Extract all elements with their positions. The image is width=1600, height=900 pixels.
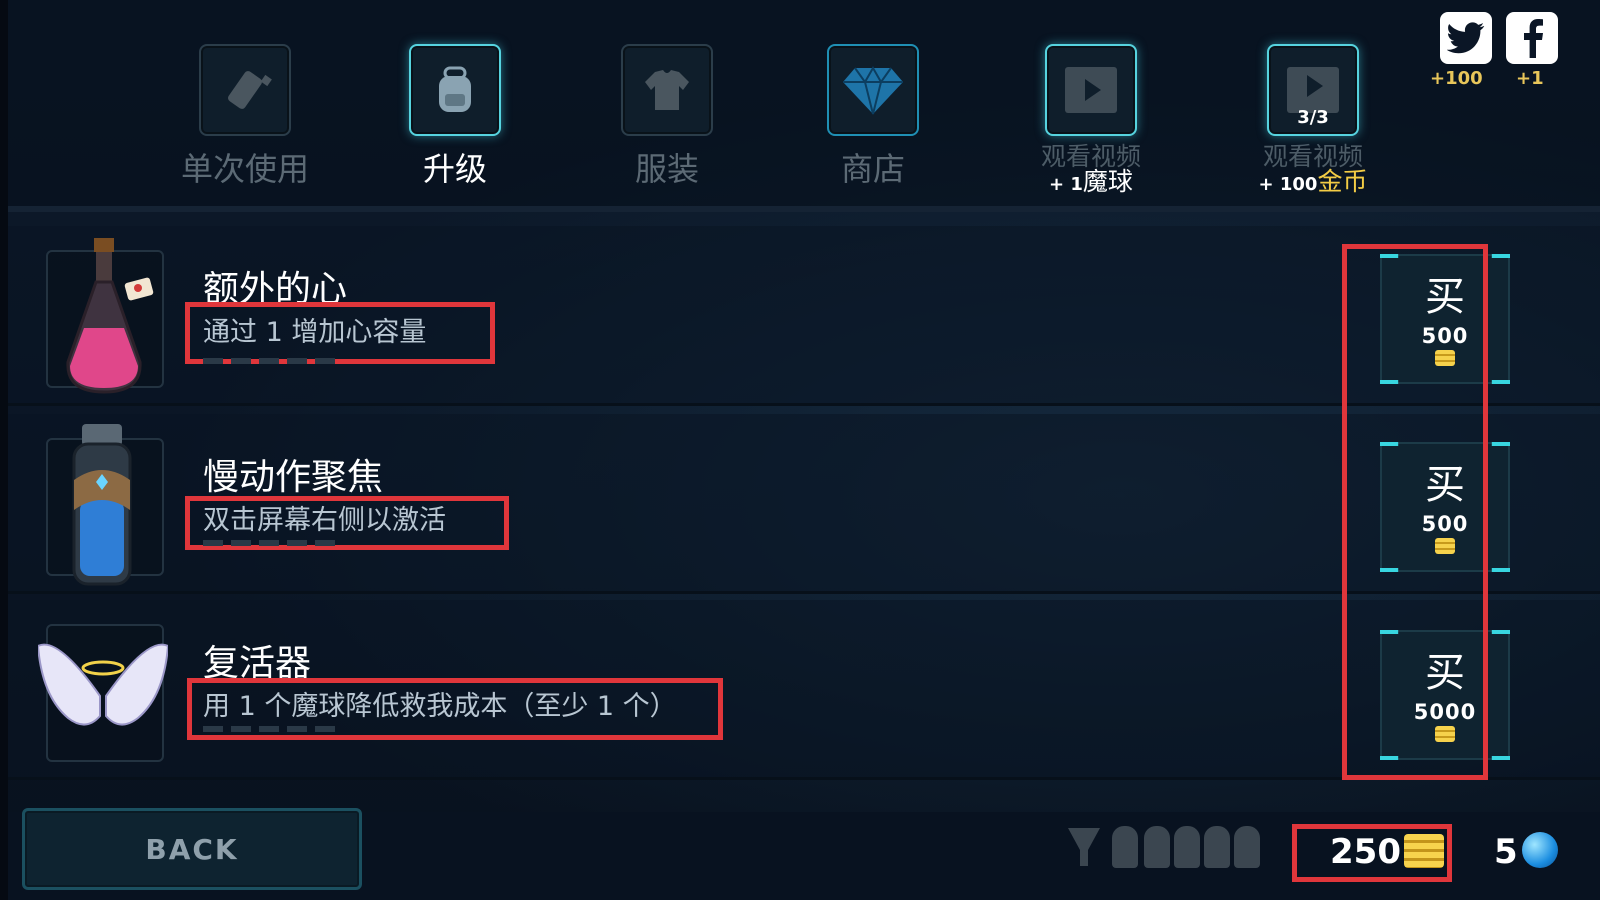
character-slot-icon (1112, 826, 1138, 868)
level-pip (231, 358, 251, 364)
twitter-button[interactable] (1440, 12, 1492, 64)
facebook-button[interactable] (1506, 12, 1558, 64)
tab-watch-video-orb[interactable]: 观看视频 + 1魔球 (1006, 44, 1176, 197)
level-pip (259, 358, 279, 364)
tab-watch-video-coins[interactable]: 3/3 观看视频 + 100金币 (1228, 44, 1398, 197)
character-slot-icon (1174, 826, 1200, 868)
character-slot-icon (1144, 826, 1170, 868)
twitter-reward: +100 (1430, 68, 1483, 89)
trophy-icon (1068, 828, 1100, 866)
tab-upgrade[interactable]: 升级 (370, 44, 540, 190)
divider (8, 206, 1600, 212)
level-pip (203, 726, 223, 732)
tab-label: 升级 (422, 150, 487, 188)
level-pip (231, 540, 251, 546)
level-pip (231, 726, 251, 732)
blue-flask-icon (72, 424, 132, 586)
heart-potion-icon (66, 238, 154, 394)
tab-reward: + 100金币 (1258, 167, 1368, 196)
tab-costume[interactable]: 服装 (582, 44, 752, 190)
diamond-icon (827, 44, 919, 136)
twitter-icon (1447, 22, 1485, 54)
upgrade-level-pips (203, 358, 335, 364)
level-pip (259, 540, 279, 546)
highlight-box-buy-buttons (1342, 244, 1488, 780)
level-pip (287, 540, 307, 546)
video-play-icon: 3/3 (1267, 44, 1359, 136)
level-pip (259, 726, 279, 732)
bottle-icon (199, 44, 291, 136)
tab-label: 观看视频 (1262, 142, 1363, 171)
tab-reward: + 1魔球 (1049, 167, 1133, 196)
highlight-box (185, 302, 495, 364)
level-pip (203, 540, 223, 546)
video-count-badge: 3/3 (1297, 107, 1329, 128)
tab-shop[interactable]: 商店 (788, 44, 958, 190)
character-slot-icon (1234, 826, 1260, 868)
facebook-reward: +1 (1516, 68, 1544, 89)
character-slot-icon (1204, 826, 1230, 868)
angel-wings-icon (38, 643, 168, 726)
level-pip (315, 358, 335, 364)
item-name: 慢动作聚焦 (203, 457, 384, 498)
level-pip (287, 726, 307, 732)
left-frame (0, 0, 8, 900)
video-play-icon (1045, 44, 1137, 136)
level-pip (315, 726, 335, 732)
level-pip (315, 540, 335, 546)
upgrade-level-pips (203, 540, 335, 546)
tab-label: 单次使用 (180, 150, 309, 188)
back-button[interactable]: BACK (22, 808, 362, 890)
magic-orb-icon (1522, 832, 1558, 868)
backpack-icon (409, 44, 501, 136)
highlight-box-coins (1292, 824, 1452, 882)
tab-label: 服装 (634, 150, 699, 188)
level-pip (203, 358, 223, 364)
orb-balance: 5 (1494, 832, 1518, 872)
upgrade-level-pips (203, 726, 335, 732)
tab-label: 商店 (840, 150, 905, 188)
facebook-icon (1524, 19, 1543, 58)
tab-single-use[interactable]: 单次使用 (160, 44, 330, 190)
shirt-icon (621, 44, 713, 136)
level-pip (287, 358, 307, 364)
